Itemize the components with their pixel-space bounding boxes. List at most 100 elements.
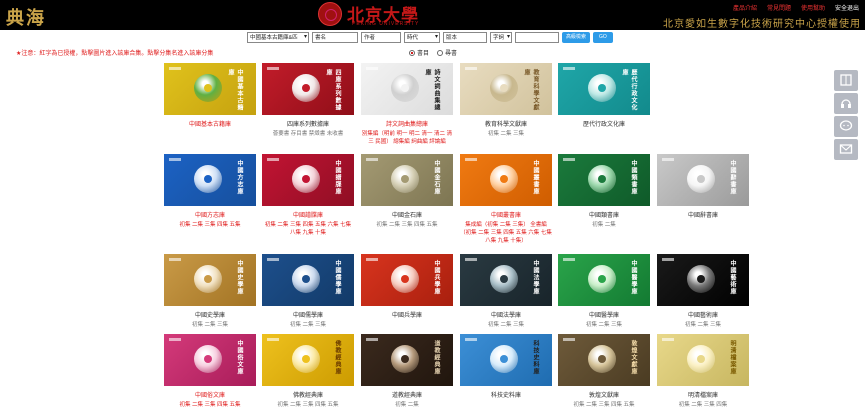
database-title[interactable]: 中國藝術庫	[657, 310, 749, 319]
link-help[interactable]: 使用幫助	[801, 3, 825, 12]
link-logout[interactable]: 安全退出	[835, 3, 859, 12]
database-cover-image[interactable]: 中國兵學庫	[361, 254, 453, 306]
link-faq[interactable]: 常見問題	[767, 3, 791, 12]
database-cover-image[interactable]: 中國史學庫	[164, 254, 256, 306]
database-card[interactable]: 中國儒學庫 中國儒學庫 初集 二集 三集	[262, 254, 354, 329]
edition-input[interactable]: 版本	[443, 32, 487, 43]
database-cover-image[interactable]: 中國儒學庫	[262, 254, 354, 306]
database-cover-image[interactable]: 中國類書庫	[558, 154, 650, 206]
database-card[interactable]: 佛教經典庫 佛教經典庫 初集 二集 三集 四集 五集	[262, 334, 354, 409]
database-card[interactable]: 中國基本古籍庫 中國基本古籍庫	[164, 63, 256, 128]
database-subsets[interactable]: 初集 二集 三集	[460, 321, 552, 329]
dianhai-logo[interactable]: 典海	[6, 4, 46, 30]
database-cover-image[interactable]: 中國譜牒庫	[262, 154, 354, 206]
database-subsets[interactable]: 薈要書 存目書 禁燬書 未收書	[262, 130, 354, 138]
database-title[interactable]: 中國叢書庫	[460, 210, 552, 219]
database-card[interactable]: 科技史料庫 科技史料庫	[460, 334, 552, 399]
database-cover-image[interactable]: 敦煌文獻庫	[558, 334, 650, 386]
database-card[interactable]: 道教經典庫 道教經典庫 初集 二集	[361, 334, 453, 409]
sidebar-mail[interactable]	[834, 139, 858, 160]
database-title[interactable]: 佛教經典庫	[262, 390, 354, 399]
database-title[interactable]: 明清檔案庫	[657, 390, 749, 399]
database-card[interactable]: 中國史學庫 中國史學庫 初集 二集 三集	[164, 254, 256, 329]
scope-select[interactable]: 中國基本古籍庫&匹	[247, 32, 309, 43]
database-title[interactable]: 教育科學文獻庫	[460, 119, 552, 128]
database-title[interactable]: 中國史學庫	[164, 310, 256, 319]
database-card[interactable]: 中國譜牒庫 中國譜牒庫 初集 二集 三集 四集 五集 六集 七集 八集 九集 十集	[262, 154, 354, 237]
database-title[interactable]: 中國金石庫	[361, 210, 453, 219]
database-subsets[interactable]: 初集 二集 三集	[262, 321, 354, 329]
go-button[interactable]: GO	[593, 32, 613, 43]
database-subsets[interactable]: 初集 二集 三集 四集 五集	[164, 221, 256, 229]
database-title[interactable]: 中國醫學庫	[558, 310, 650, 319]
database-subsets[interactable]: 初集 二集 三集 四集 五集 六集 七集 八集 九集 十集	[262, 221, 354, 237]
author-input[interactable]: 作者	[361, 32, 401, 43]
database-cover-image[interactable]: 中國俗文庫	[164, 334, 256, 386]
database-card[interactable]: 中國金石庫 中國金石庫 初集 二集 三集 四集 五集	[361, 154, 453, 229]
database-title[interactable]: 中國譜牒庫	[262, 210, 354, 219]
database-cover-image[interactable]: 中國醫學庫	[558, 254, 650, 306]
database-subsets[interactable]: 別集編（明前 明一 明二 清一 清二 清三 民國） 總集編 詞曲編 評論編	[361, 130, 453, 146]
database-cover-image[interactable]: 道教經典庫	[361, 334, 453, 386]
database-title[interactable]: 中國方志庫	[164, 210, 256, 219]
database-card[interactable]: 中國法學庫 中國法學庫 初集 二集 三集	[460, 254, 552, 329]
database-title[interactable]: 科技史料庫	[460, 390, 552, 399]
database-subsets[interactable]: 初集 二集	[558, 221, 650, 229]
database-card[interactable]: 中國俗文庫 中國俗文庫 初集 二集 三集 四集 五集	[164, 334, 256, 409]
database-card[interactable]: 詩文詞曲集總庫 詩文詞曲集總庫 別集編（明前 明一 明二 清一 清二 清三 民國） …	[361, 63, 453, 146]
radio-icon[interactable]	[437, 50, 444, 57]
database-card[interactable]: 中國辭書庫 中國辭書庫	[657, 154, 749, 219]
database-cover-image[interactable]: 歷代行政文化庫	[558, 63, 650, 115]
database-title[interactable]: 敦煌文獻庫	[558, 390, 650, 399]
database-subsets[interactable]: 初集 二集 三集	[558, 321, 650, 329]
database-cover-image[interactable]: 中國基本古籍庫	[164, 63, 256, 115]
sidebar-chat[interactable]	[834, 116, 858, 137]
database-card[interactable]: 明清檔案庫 明清檔案庫 初集 二集 三集 四集	[657, 334, 749, 409]
database-subsets[interactable]: 初集 二集	[361, 401, 453, 409]
database-cover-image[interactable]: 佛教經典庫	[262, 334, 354, 386]
sidebar-service[interactable]	[834, 93, 858, 114]
database-subsets[interactable]: 初集 二集 三集 四集	[657, 401, 749, 409]
mode-bibliography[interactable]: 書目	[409, 48, 429, 57]
database-cover-image[interactable]: 教育科學文獻庫	[460, 63, 552, 115]
database-title[interactable]: 歷代行政文化庫	[558, 119, 650, 128]
database-card[interactable]: 中國叢書庫 中國叢書庫 集成編（初集 二集 三集） 全書編（初集 二集 三集 四集 …	[460, 154, 552, 245]
advanced-search-button[interactable]: 高級檢索	[562, 32, 591, 43]
database-cover-image[interactable]: 明清檔案庫	[657, 334, 749, 386]
database-title[interactable]: 中國儒學庫	[262, 310, 354, 319]
database-title[interactable]: 中國兵學庫	[361, 310, 453, 319]
database-title[interactable]: 中國辭書庫	[657, 210, 749, 219]
radio-checked-icon[interactable]	[409, 50, 415, 57]
database-title[interactable]: 道教經典庫	[361, 390, 453, 399]
database-subsets[interactable]: 初集 二集 三集	[164, 321, 256, 329]
database-cover-image[interactable]: 中國金石庫	[361, 154, 453, 206]
database-card[interactable]: 四庫系列數據庫 四庫系列數據庫 薈要書 存目書 禁燬書 未收書	[262, 63, 354, 138]
database-cover-image[interactable]: 中國法學庫	[460, 254, 552, 306]
keyword-input[interactable]	[515, 32, 559, 43]
database-subsets[interactable]: 初集 二集 三集 四集 五集	[361, 221, 453, 229]
database-card[interactable]: 中國藝術庫 中國藝術庫 初集 二集 三集	[657, 254, 749, 329]
database-title[interactable]: 中國類書庫	[558, 210, 650, 219]
database-subsets[interactable]: 初集 二集 三集	[460, 130, 552, 138]
title-input[interactable]: 書名	[312, 32, 358, 43]
database-card[interactable]: 中國方志庫 中國方志庫 初集 二集 三集 四集 五集	[164, 154, 256, 229]
database-subsets[interactable]: 初集 二集 三集 四集 五集	[164, 401, 256, 409]
database-cover-image[interactable]: 中國方志庫	[164, 154, 256, 206]
term-select[interactable]: 字詞	[490, 32, 512, 43]
mode-find-book[interactable]: 尋書	[437, 48, 457, 57]
database-cover-image[interactable]: 詩文詞曲集總庫	[361, 63, 453, 115]
database-title[interactable]: 詩文詞曲集總庫	[361, 119, 453, 128]
database-card[interactable]: 中國類書庫 中國類書庫 初集 二集	[558, 154, 650, 229]
database-card[interactable]: 中國兵學庫 中國兵學庫	[361, 254, 453, 319]
database-subsets[interactable]: 初集 二集 三集 四集 五集	[558, 401, 650, 409]
database-card[interactable]: 敦煌文獻庫 敦煌文獻庫 初集 二集 三集 四集 五集	[558, 334, 650, 409]
database-title[interactable]: 中國俗文庫	[164, 390, 256, 399]
database-cover-image[interactable]: 科技史料庫	[460, 334, 552, 386]
era-select[interactable]: 時代	[404, 32, 440, 43]
database-cover-image[interactable]: 四庫系列數據庫	[262, 63, 354, 115]
database-card[interactable]: 歷代行政文化庫 歷代行政文化庫	[558, 63, 650, 128]
database-subsets[interactable]: 集成編（初集 二集 三集） 全書編（初集 二集 三集 四集 五集 六集 七集 八…	[460, 221, 552, 245]
database-cover-image[interactable]: 中國辭書庫	[657, 154, 749, 206]
database-subsets[interactable]: 初集 二集 三集	[657, 321, 749, 329]
database-title[interactable]: 中國法學庫	[460, 310, 552, 319]
